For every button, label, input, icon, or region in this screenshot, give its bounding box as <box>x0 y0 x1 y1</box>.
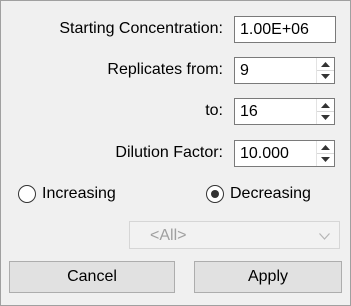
replicates-to-spinner <box>316 99 334 124</box>
replicates-from-stepper[interactable]: 9 <box>234 57 335 84</box>
replicates-to-label: to: <box>205 102 223 119</box>
dilution-factor-up-button[interactable] <box>317 141 334 154</box>
dilution-factor-spinner <box>316 141 334 166</box>
starting-concentration-label: Starting Concentration: <box>59 20 223 37</box>
replicates-to-up-button[interactable] <box>317 99 334 112</box>
decreasing-radio-label: Decreasing <box>230 185 311 202</box>
dilution-series-dialog: Starting Concentration: 1.00E+06 Replica… <box>0 0 351 306</box>
dilution-factor-value: 10.000 <box>240 145 289 162</box>
dilution-factor-down-button[interactable] <box>317 154 334 166</box>
chevron-up-icon <box>321 145 330 150</box>
starting-concentration-value: 1.00E+06 <box>240 21 309 38</box>
chevron-down-icon <box>321 115 330 120</box>
replicates-to-value: 16 <box>240 103 258 120</box>
replicates-to-down-button[interactable] <box>317 112 334 124</box>
increasing-radio-circle <box>18 185 36 203</box>
decreasing-radio-circle <box>206 185 224 203</box>
cancel-button[interactable]: Cancel <box>9 261 175 293</box>
replicates-from-spinner <box>316 58 334 83</box>
replicates-to-stepper[interactable]: 16 <box>234 98 335 125</box>
increasing-radio-label: Increasing <box>42 185 116 202</box>
filter-dropdown[interactable]: <All> <box>129 221 340 249</box>
decreasing-radio[interactable]: Decreasing <box>206 182 341 208</box>
chevron-down-icon <box>321 74 330 79</box>
replicates-from-value: 9 <box>240 62 249 79</box>
replicates-from-label: Replicates from: <box>107 61 223 78</box>
dilution-factor-stepper[interactable]: 10.000 <box>234 140 335 167</box>
chevron-down-icon <box>319 233 330 240</box>
chevron-up-icon <box>321 103 330 108</box>
filter-dropdown-value: <All> <box>150 227 187 244</box>
starting-concentration-input[interactable]: 1.00E+06 <box>234 16 336 43</box>
replicates-from-up-button[interactable] <box>317 58 334 71</box>
apply-button[interactable]: Apply <box>194 261 342 293</box>
increasing-radio[interactable]: Increasing <box>18 182 158 208</box>
dilution-factor-label: Dilution Factor: <box>115 144 223 161</box>
radio-selected-dot <box>211 190 219 198</box>
chevron-up-icon <box>321 62 330 67</box>
replicates-from-down-button[interactable] <box>317 71 334 83</box>
chevron-down-icon <box>321 157 330 162</box>
